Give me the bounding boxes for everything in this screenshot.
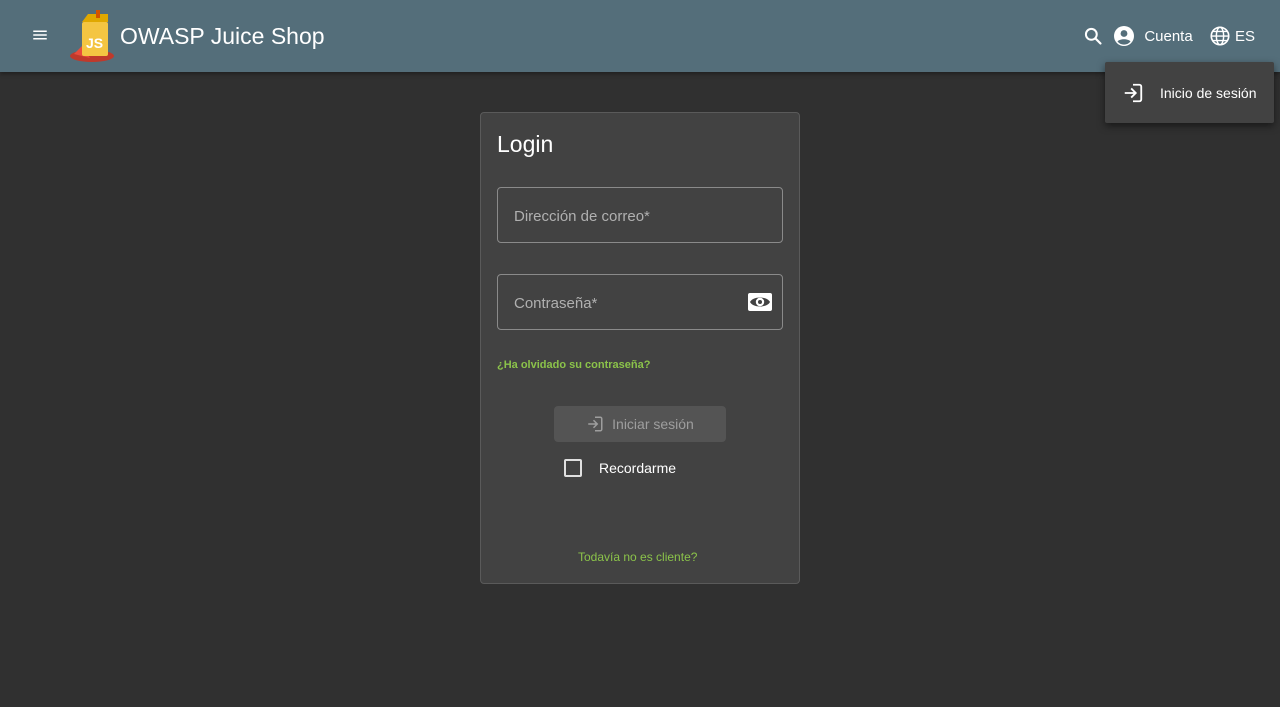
toggle-password-visibility-button[interactable] — [736, 277, 783, 326]
sidenav-menu-button[interactable] — [16, 12, 64, 60]
home-brand-link[interactable]: JS OWASP Juice Shop — [64, 6, 339, 66]
eye-icon — [747, 292, 772, 311]
top-toolbar: JS OWASP Juice Shop Cuenta ES — [0, 0, 1280, 72]
page-title: Login — [497, 131, 554, 157]
search-button[interactable] — [1081, 24, 1105, 48]
forgot-password-link[interactable]: ¿Ha olvidado su contraseña? — [497, 359, 650, 371]
login-submit-label: Iniciar sesión — [612, 416, 694, 432]
login-icon — [1124, 83, 1143, 102]
language-label: ES — [1234, 27, 1255, 45]
menu-item-login-label: Inicio de sesión — [1160, 84, 1257, 101]
register-link[interactable]: Todavía no es cliente? — [578, 550, 697, 564]
svg-text:JS: JS — [86, 35, 103, 51]
remember-me-checkbox-wrapper[interactable] — [551, 446, 595, 490]
search-overlay-area — [1081, 46, 1105, 74]
language-menu-button[interactable]: ES — [1200, 12, 1264, 60]
account-menu-button[interactable]: Cuenta — [1105, 12, 1200, 60]
menu-item-login[interactable]: Inicio de sesión — [1105, 70, 1274, 115]
login-icon — [588, 416, 603, 432]
language-globe-icon — [1210, 26, 1230, 46]
remember-me-checkbox[interactable] — [564, 459, 582, 477]
account-circle-icon — [1114, 26, 1135, 46]
app-title: OWASP Juice Shop — [120, 22, 325, 49]
remember-me-control[interactable]: Recordarme — [551, 446, 676, 490]
juice-shop-logo: JS — [70, 10, 114, 62]
password-input[interactable] — [514, 291, 730, 311]
account-dropdown-menu: Inicio de sesión — [1105, 62, 1274, 123]
password-field: Contraseña* — [497, 274, 783, 330]
search-icon — [1084, 27, 1102, 45]
menu-icon — [33, 30, 47, 40]
email-field: Dirección de correo* — [497, 187, 783, 243]
login-card: Login Dirección de correo* Contraseña* ¿… — [480, 112, 800, 584]
remember-me-label[interactable]: Recordarme — [599, 460, 676, 476]
login-submit-button[interactable]: Iniciar sesión — [554, 406, 726, 442]
account-label: Cuenta — [1144, 27, 1193, 45]
email-input[interactable] — [514, 204, 766, 224]
